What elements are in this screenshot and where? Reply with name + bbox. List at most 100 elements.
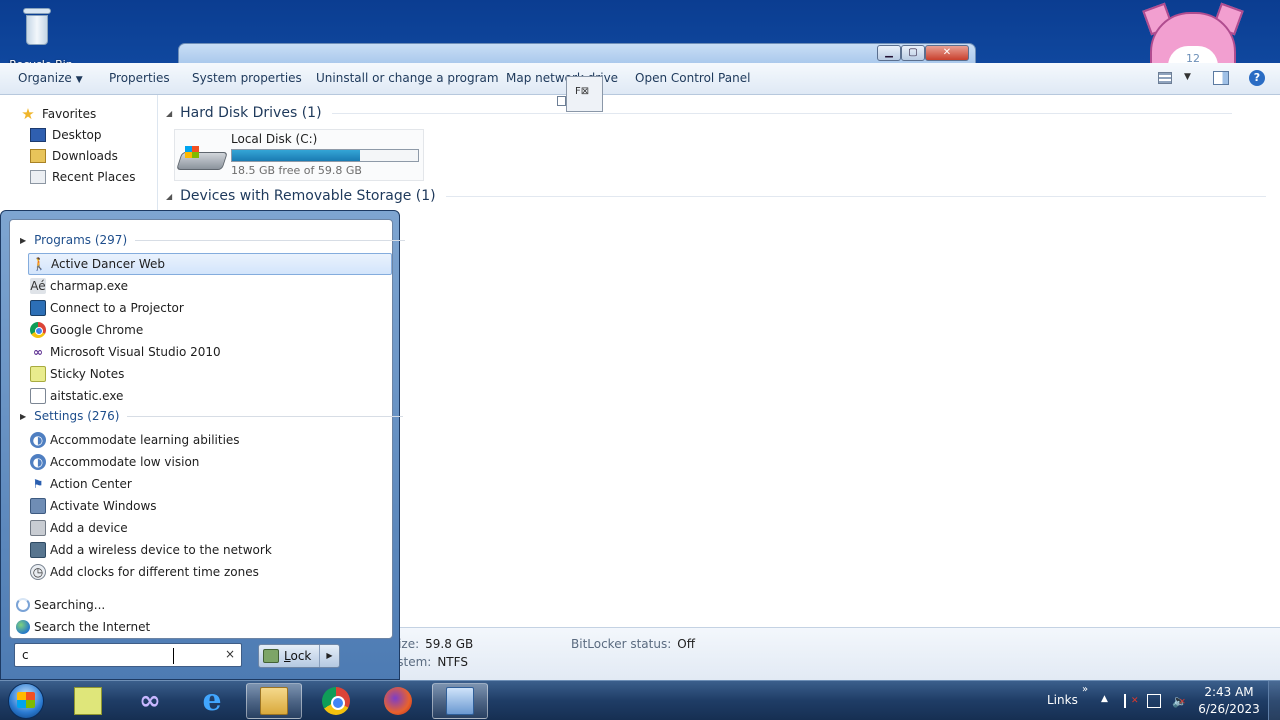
drive-c-tile[interactable]: Local Disk (C:) 18.5 GB free of 59.8 GB [174,129,424,181]
organize-label: Organize [18,71,72,85]
system-properties-button[interactable]: System properties [192,71,302,85]
taskbar-google-chrome[interactable] [308,683,364,719]
show-hidden-icons-button[interactable]: ▲ [1101,694,1108,704]
nav-favorites[interactable]: ★ Favorites [20,105,96,123]
result-activate-windows[interactable]: Activate Windows [28,495,392,517]
result-google-chrome[interactable]: Google Chrome [28,319,392,341]
result-label: Action Center [50,477,132,491]
total-size-value: 59.8 GB [425,637,474,651]
device-icon [30,520,46,536]
clock-icon: ◷ [30,564,46,580]
taskbar-visual-studio[interactable]: ∞ [122,683,178,719]
clock-time[interactable]: 2:43 AM [1196,685,1262,699]
result-add-clocks[interactable]: ◷ Add clocks for different time zones [28,561,392,583]
nav-recent-places[interactable]: Recent Places [30,168,135,186]
organize-menu[interactable]: Organize ▼ [18,71,83,85]
links-toolbar[interactable]: Links [1047,693,1078,707]
maximize-button[interactable]: ▢ [901,45,925,61]
drag-ghost-label: F⊠ [575,86,590,97]
lock-label: Lock [284,649,312,663]
taskbar-control-panel[interactable] [432,683,488,719]
search-input-value: c [22,648,29,662]
result-add-wireless-device[interactable]: Add a wireless device to the network [28,539,392,561]
searching-label: Searching... [34,598,106,612]
control-panel-icon [446,687,474,715]
drive-free-space: 18.5 GB free of 59.8 GB [231,164,362,177]
downloads-icon [30,149,46,163]
lock-button[interactable]: Lock ▶ [258,644,340,668]
result-add-device[interactable]: Add a device [28,517,392,539]
searching-status: Searching... [16,595,105,615]
taskbar-sticky-notes[interactable] [60,683,116,719]
show-desktop-button[interactable] [1268,681,1280,720]
taskbar-firefox[interactable] [370,683,426,719]
close-button[interactable]: ✕ [925,45,969,61]
bitlocker-detail: BitLocker status: Off [571,637,695,651]
change-view-button[interactable]: ▼ [1158,71,1192,87]
recent-places-icon [30,170,46,184]
hard-disk-drives-header[interactable]: ◢ Hard Disk Drives (1) [166,105,1232,121]
start-search-input[interactable]: c × [14,643,242,667]
result-learning-abilities[interactable]: ◐ Accommodate learning abilities [28,429,392,451]
expand-triangle-icon: ▶ [20,411,27,421]
clock-date[interactable]: 6/26/2023 [1196,702,1262,716]
removable-storage-label: Devices with Removable Storage (1) [180,188,436,204]
help-button[interactable]: ? [1249,70,1265,86]
drive-name: Local Disk (C:) [231,132,318,146]
open-control-panel-button[interactable]: Open Control Panel [635,71,750,85]
minimize-button[interactable]: ▁ [877,45,901,61]
dancer-icon: 🚶 [31,257,47,271]
search-internet-link[interactable]: Search the Internet [16,617,150,637]
chevron-down-icon: ▼ [75,75,83,85]
result-charmap[interactable]: Aé charmap.exe [28,275,392,297]
action-center-tray-icon[interactable] [1124,694,1139,708]
sticky-notes-icon [74,687,102,715]
result-sticky-notes[interactable]: Sticky Notes [28,363,392,385]
result-connect-projector[interactable]: Connect to a Projector [28,297,392,319]
taskbar-windows-explorer[interactable] [246,683,302,719]
result-label: Google Chrome [50,323,144,337]
nav-downloads[interactable]: Downloads [30,147,118,165]
drive-usage-bar [231,149,419,162]
removable-storage-header[interactable]: ◢ Devices with Removable Storage (1) [166,188,1266,204]
result-visual-studio[interactable]: ∞ Microsoft Visual Studio 2010 [28,341,392,363]
start-menu: ▶ Programs (297) 🚶 Active Dancer Web Aé cha… [0,210,406,680]
drag-ghost: F⊠ [557,76,603,112]
preview-pane-button[interactable] [1213,71,1229,85]
recycle-bin[interactable]: Recycle Bin [9,6,73,71]
result-action-center[interactable]: ⚑ Action Center [28,473,392,495]
result-label: aitstatic.exe [50,389,124,403]
explorer-title-bar[interactable]: ▁ ▢ ✕ [178,43,976,65]
desktop-clock-gadget[interactable]: 12 [1138,2,1248,86]
bitlocker-value: Off [677,637,695,651]
nav-favorites-label: Favorites [42,107,97,121]
visual-studio-icon: ∞ [139,686,161,716]
sticky-notes-icon [30,366,46,382]
uninstall-program-button[interactable]: Uninstall or change a program [316,71,499,85]
speaker-icon[interactable]: 🔈 [1172,694,1187,708]
projector-icon [30,300,46,316]
power-icon[interactable] [1147,694,1161,708]
start-button[interactable] [4,682,48,720]
settings-group-header[interactable]: ▶ Settings (276) [20,407,404,425]
links-chevron-icon[interactable]: » [1082,684,1088,695]
properties-button[interactable]: Properties [109,71,170,85]
result-aitstatic[interactable]: aitstatic.exe [28,385,392,407]
bitlocker-key: BitLocker status: [571,637,672,651]
search-results-panel: ▶ Programs (297) 🚶 Active Dancer Web Aé cha… [9,219,406,639]
recycle-bin-icon[interactable] [22,6,52,46]
result-label: Accommodate low vision [50,455,200,469]
result-label: charmap.exe [50,279,129,293]
desktop-icon [30,128,46,142]
drag-selection-box [557,96,566,106]
result-label: Active Dancer Web [51,257,166,271]
taskbar-internet-explorer[interactable]: e [184,683,240,719]
result-active-dancer-web[interactable]: 🚶 Active Dancer Web [28,253,392,275]
action-center-flag-icon: ⚑ [32,477,44,491]
shutdown-options-arrow[interactable]: ▶ [319,645,339,667]
ease-of-access-icon: ◐ [30,454,46,470]
nav-desktop[interactable]: Desktop [30,126,102,144]
result-low-vision[interactable]: ◐ Accommodate low vision [28,451,392,473]
programs-group-header[interactable]: ▶ Programs (297) [20,231,406,249]
clear-search-icon[interactable]: × [225,647,235,661]
